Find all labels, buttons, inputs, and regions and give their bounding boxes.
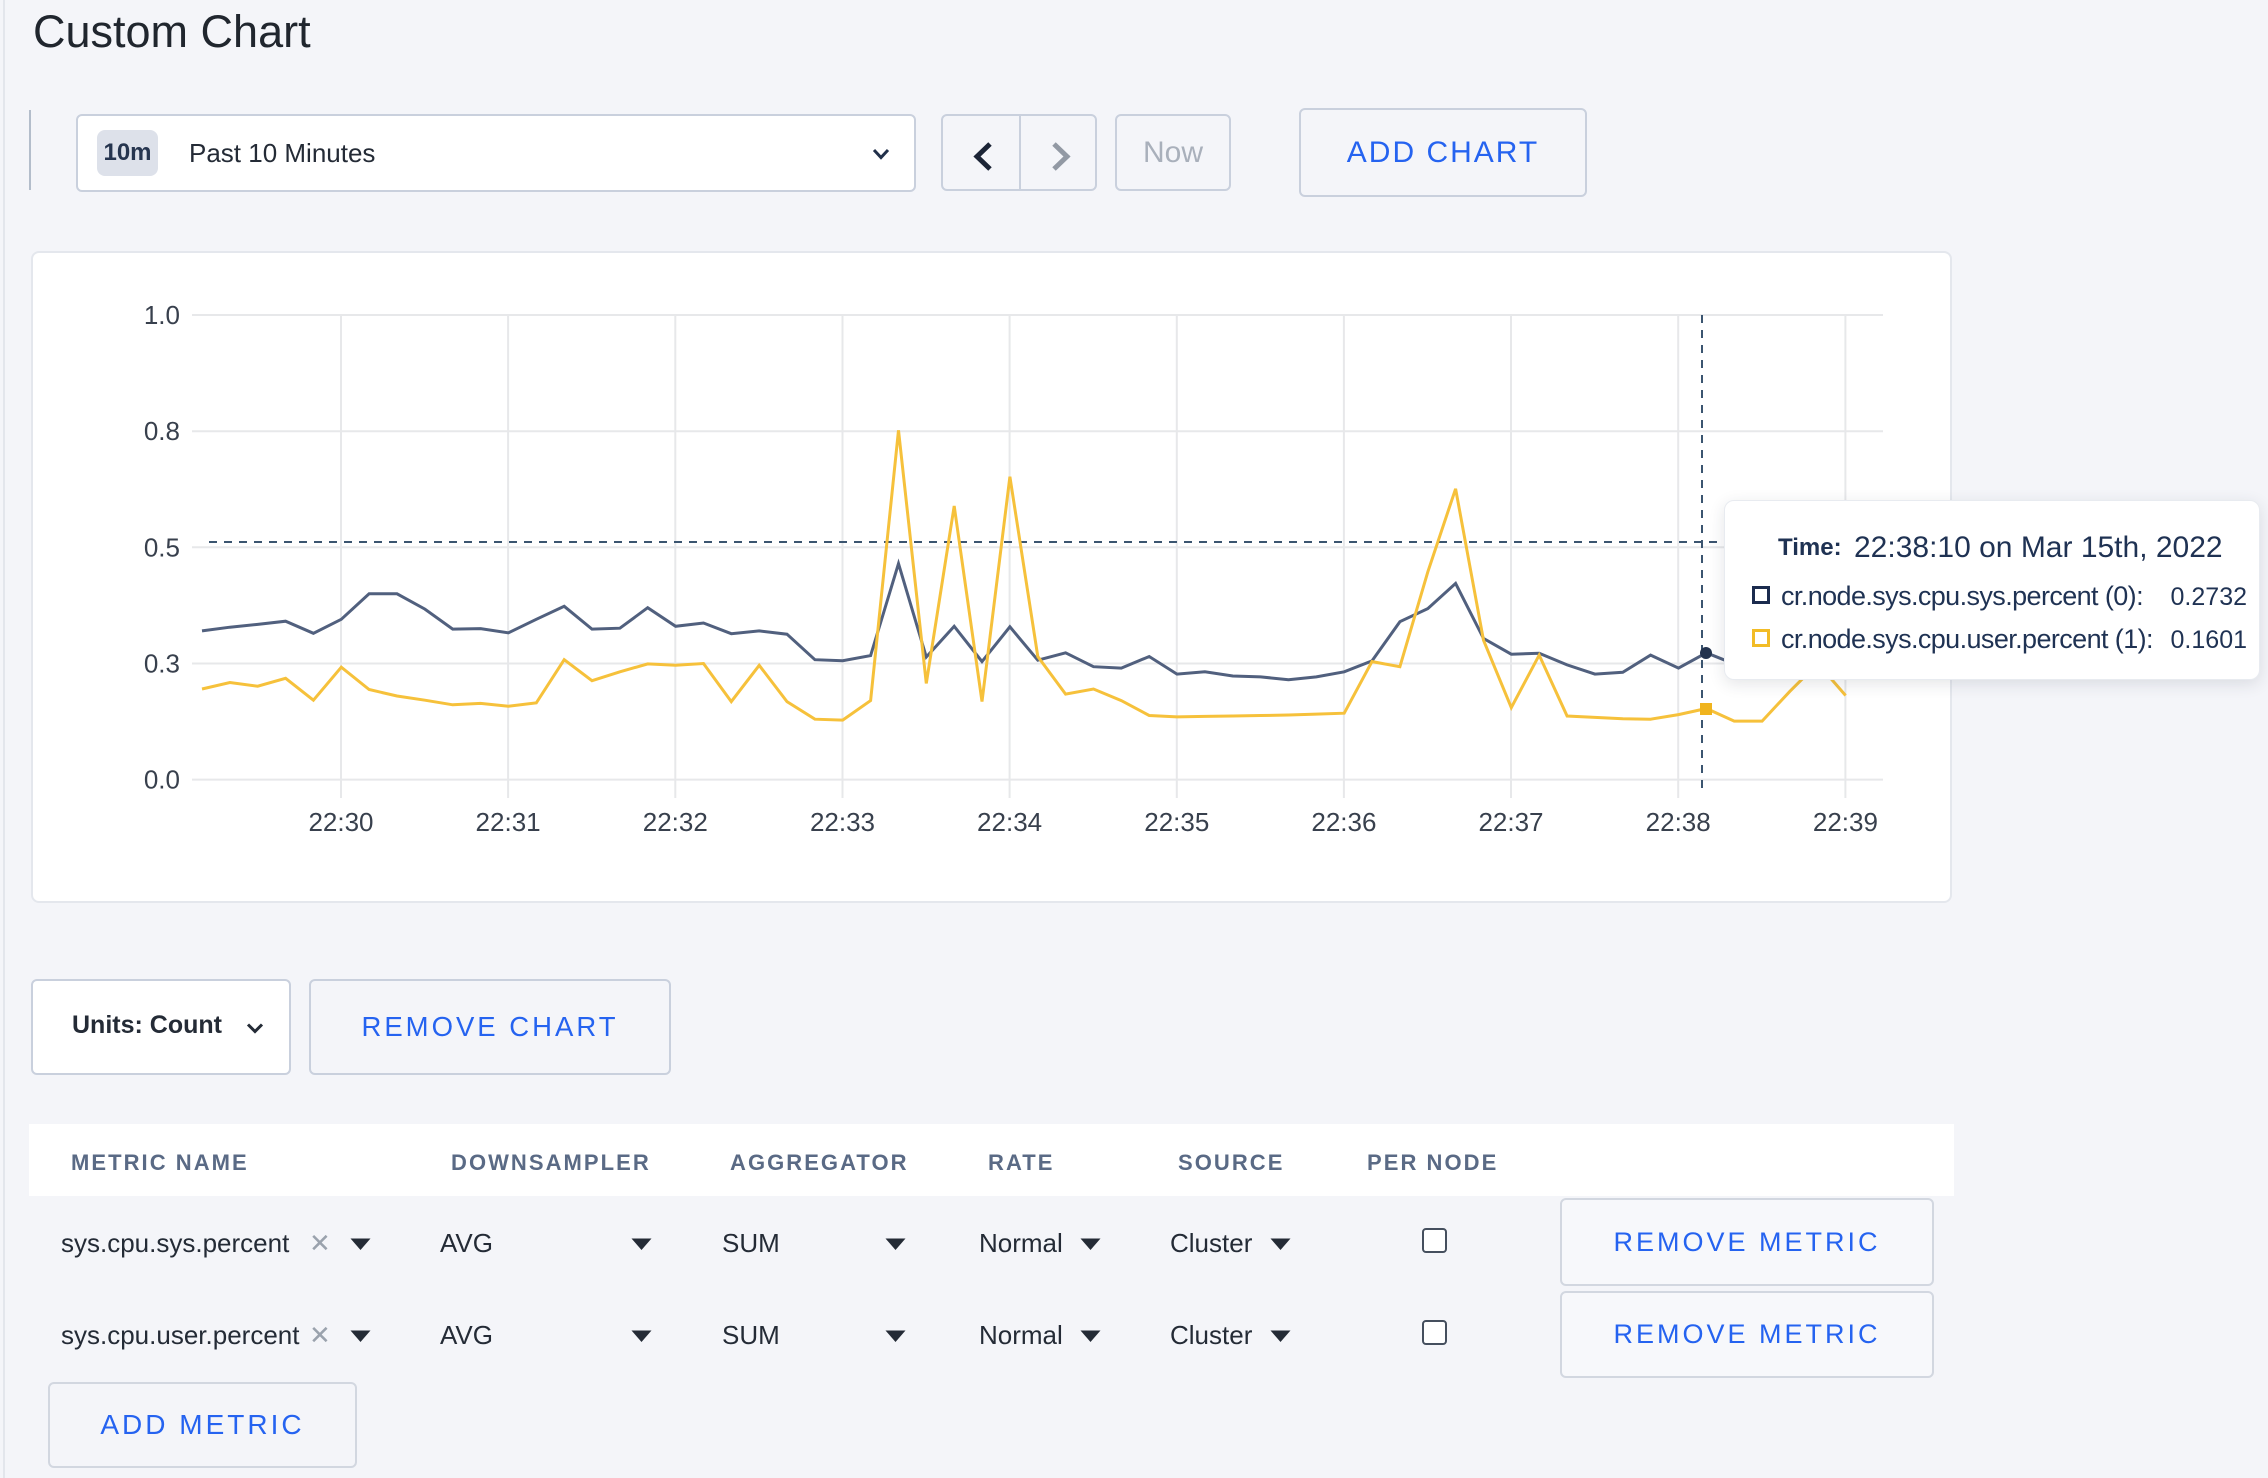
svg-text:1.0: 1.0 [144,300,180,330]
svg-text:22:32: 22:32 [643,807,708,837]
svg-text:22:34: 22:34 [977,807,1042,837]
svg-text:22:33: 22:33 [810,807,875,837]
svg-text:22:37: 22:37 [1478,807,1543,837]
svg-text:22:36: 22:36 [1311,807,1376,837]
svg-text:22:39: 22:39 [1813,807,1878,837]
svg-text:0.5: 0.5 [144,532,180,562]
svg-text:0.0: 0.0 [144,765,180,795]
svg-text:22:35: 22:35 [1144,807,1209,837]
svg-text:22:31: 22:31 [476,807,541,837]
svg-text:22:38: 22:38 [1646,807,1711,837]
svg-text:22:30: 22:30 [308,807,373,837]
svg-text:0.8: 0.8 [144,416,180,446]
svg-text:0.3: 0.3 [144,649,180,679]
